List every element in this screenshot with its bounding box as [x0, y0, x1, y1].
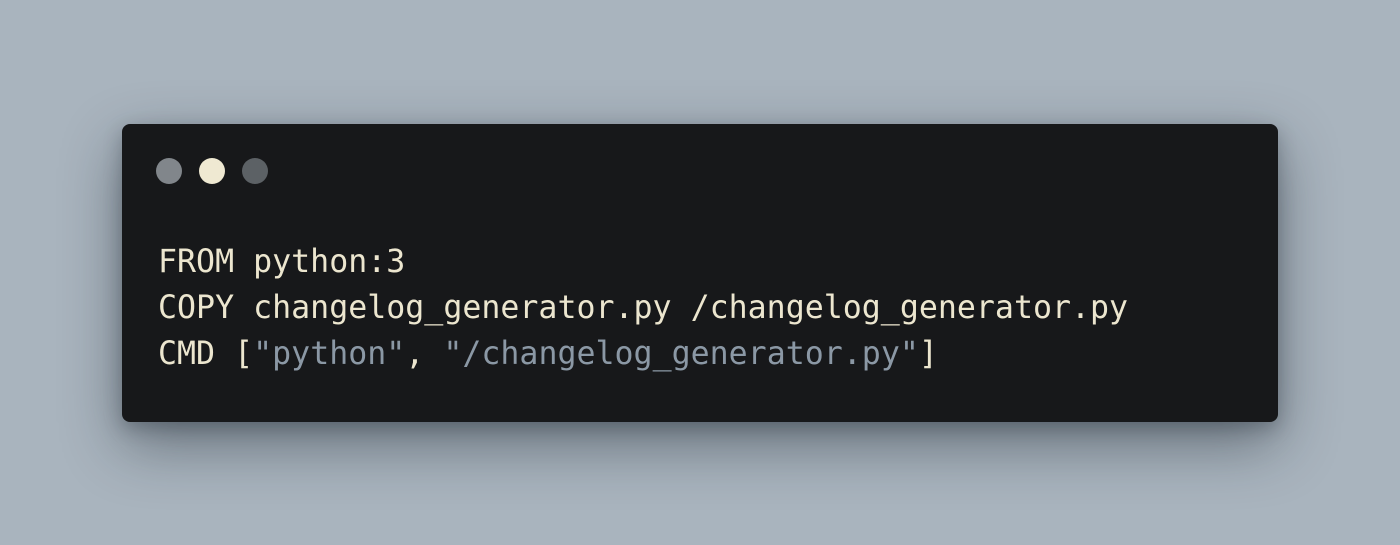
dockerfile-keyword: CMD [158, 336, 216, 372]
code-string: "python" [253, 336, 406, 372]
window-dot-3-icon[interactable] [242, 158, 268, 184]
code-text: changelog_generator.py /changelog_genera… [234, 290, 1129, 326]
code-window: FROM python:3 COPY changelog_generator.py… [122, 124, 1278, 422]
code-line-copy: COPY changelog_generator.py /changelog_g… [158, 285, 1128, 331]
code-text: python:3 [234, 244, 406, 280]
code-punctuation: [ [215, 336, 254, 372]
code-string: "/changelog_generator.py" [443, 336, 919, 372]
code-block: FROM python:3 COPY changelog_generator.py… [158, 239, 1128, 377]
window-dot-2-icon[interactable] [199, 158, 225, 184]
dockerfile-keyword: FROM [158, 244, 235, 280]
window-controls [156, 158, 268, 184]
code-line-from: FROM python:3 [158, 239, 1128, 285]
code-punctuation: , [405, 336, 444, 372]
window-dot-1-icon[interactable] [156, 158, 182, 184]
dockerfile-keyword: COPY [158, 290, 235, 326]
code-line-cmd: CMD ["python", "/changelog_generator.py"… [158, 331, 1128, 377]
code-punctuation: ] [918, 336, 938, 372]
